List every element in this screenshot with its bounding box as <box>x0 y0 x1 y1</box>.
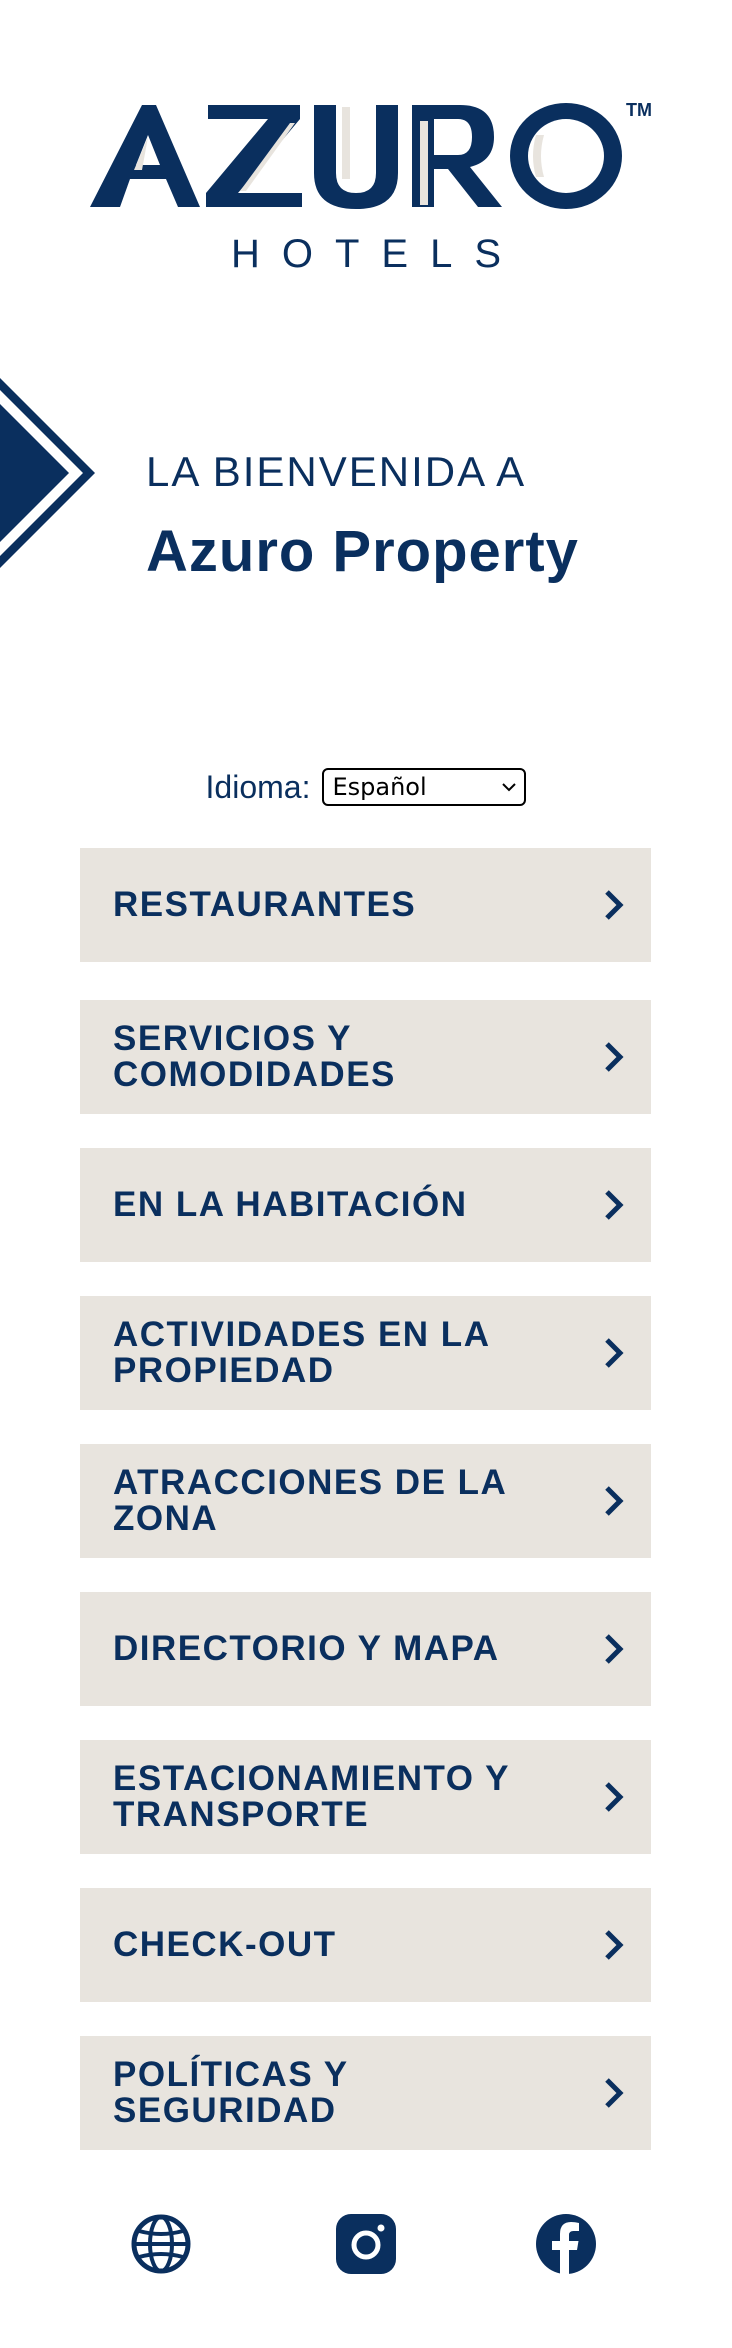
menu-item-atracciones[interactable]: ATRACCIONES DE LA ZONA <box>80 1444 651 1558</box>
chevron-right-icon <box>605 1190 624 1220</box>
menu-item-habitacion[interactable]: EN LA HABITACIÓN <box>80 1148 651 1262</box>
menu-item-label: EN LA HABITACIÓN <box>113 1185 468 1224</box>
welcome-heading: LA BIENVENIDA A <box>146 448 527 495</box>
logo-subtitle: HOTELS <box>230 232 524 276</box>
chevron-down-icon <box>502 783 517 792</box>
chevron-right-icon <box>605 890 624 920</box>
social-links <box>0 2213 732 2283</box>
menu-item-estacionamiento[interactable]: ESTACIONAMIENTO Y TRANSPORTE <box>80 1740 651 1854</box>
chevron-right-icon <box>605 1930 624 1960</box>
menu-item-label: RESTAURANTES <box>113 885 417 924</box>
menu-item-label: POLÍTICAS Y SEGURIDAD <box>113 2055 348 2130</box>
language-selected-value: Español <box>332 773 427 801</box>
azuro-wordmark <box>90 103 622 209</box>
decorative-chevron-icon <box>0 378 95 568</box>
menu-item-directorio[interactable]: DIRECTORIO Y MAPA <box>80 1592 651 1706</box>
menu-item-politicas[interactable]: POLÍTICAS Y SEGURIDAD <box>80 2036 651 2150</box>
instagram-icon[interactable] <box>335 2213 397 2275</box>
trademark-mark: TM <box>626 100 652 120</box>
menu-item-restaurantes[interactable]: RESTAURANTES <box>80 848 651 962</box>
menu-item-servicios[interactable]: SERVICIOS Y COMODIDADES <box>80 1000 651 1114</box>
menu-item-actividades[interactable]: ACTIVIDADES EN LA PROPIEDAD <box>80 1296 651 1410</box>
chevron-right-icon <box>605 2078 624 2108</box>
facebook-icon[interactable] <box>535 2213 597 2275</box>
chevron-right-icon <box>605 1634 624 1664</box>
language-row: Idioma: Español <box>0 768 732 806</box>
language-label: Idioma: <box>205 768 311 805</box>
language-select[interactable]: Español <box>322 768 527 806</box>
menu-item-label: ACTIVIDADES EN LA PROPIEDAD <box>113 1315 490 1390</box>
menu-item-label: CHECK-OUT <box>113 1925 337 1964</box>
logo: TM HOTELS <box>0 0 732 300</box>
menu-item-label: DIRECTORIO Y MAPA <box>113 1629 500 1668</box>
menu-item-label: ATRACCIONES DE LA ZONA <box>113 1463 506 1538</box>
menu-item-label: SERVICIOS Y COMODIDADES <box>113 1019 396 1094</box>
property-name: Azuro Property <box>146 519 579 584</box>
globe-icon[interactable] <box>130 2213 192 2275</box>
menu-item-check-out[interactable]: CHECK-OUT <box>80 1888 651 2002</box>
chevron-right-icon <box>605 1486 624 1516</box>
chevron-right-icon <box>605 1042 624 1072</box>
chevron-right-icon <box>605 1782 624 1812</box>
chevron-right-icon <box>605 1338 624 1368</box>
menu-item-label: ESTACIONAMIENTO Y TRANSPORTE <box>113 1759 510 1834</box>
